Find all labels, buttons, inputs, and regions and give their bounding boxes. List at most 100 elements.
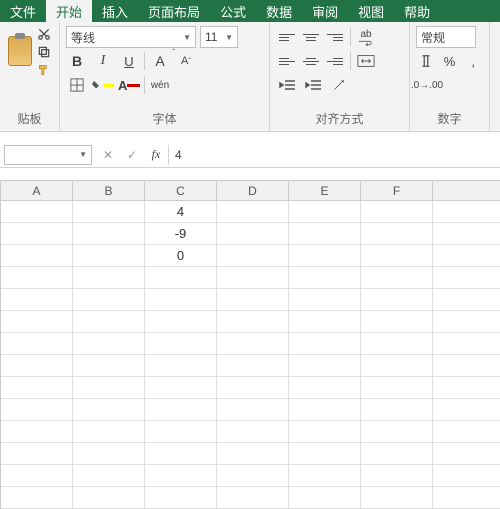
wrap-text-button[interactable]: ab: [355, 26, 377, 48]
cell-F4[interactable]: [361, 267, 433, 289]
cell-C13[interactable]: [145, 465, 217, 487]
tab-公式[interactable]: 公式: [210, 0, 256, 22]
cell-B13[interactable]: [73, 465, 145, 487]
col-header-B[interactable]: B: [73, 181, 145, 201]
cell-E12[interactable]: [289, 443, 361, 465]
font-name-select[interactable]: 等线▼: [66, 26, 196, 48]
cell-A4[interactable]: [1, 267, 73, 289]
cell-F1[interactable]: [361, 201, 433, 223]
cell-F8[interactable]: [361, 355, 433, 377]
paste-button[interactable]: [6, 26, 33, 76]
cancel-button[interactable]: ✕: [96, 145, 120, 165]
cell-E10[interactable]: [289, 399, 361, 421]
cell-B3[interactable]: [73, 245, 145, 267]
cell-C9[interactable]: [145, 377, 217, 399]
name-box[interactable]: ▼: [4, 145, 92, 165]
increase-font-button[interactable]: Aˆ: [149, 50, 171, 72]
cell-D9[interactable]: [217, 377, 289, 399]
cell-E5[interactable]: [289, 289, 361, 311]
cell-A3[interactable]: [1, 245, 73, 267]
cell-3[interactable]: [433, 245, 500, 267]
cell-F5[interactable]: [361, 289, 433, 311]
cell-C12[interactable]: [145, 443, 217, 465]
cell-F2[interactable]: [361, 223, 433, 245]
copy-button[interactable]: [35, 44, 53, 60]
cell-9[interactable]: [433, 377, 500, 399]
cell-F11[interactable]: [361, 421, 433, 443]
cell-E9[interactable]: [289, 377, 361, 399]
tab-帮助[interactable]: 帮助: [394, 0, 440, 22]
cell-7[interactable]: [433, 333, 500, 355]
cell-B14[interactable]: [73, 487, 145, 509]
cell-E3[interactable]: [289, 245, 361, 267]
cell-C10[interactable]: [145, 399, 217, 421]
cell-F7[interactable]: [361, 333, 433, 355]
cell-12[interactable]: [433, 443, 500, 465]
cell-A1[interactable]: [1, 201, 73, 223]
format-painter-button[interactable]: [35, 62, 53, 78]
cell-D4[interactable]: [217, 267, 289, 289]
cell-A6[interactable]: [1, 311, 73, 333]
cell-B10[interactable]: [73, 399, 145, 421]
tab-视图[interactable]: 视图: [348, 0, 394, 22]
cell-B6[interactable]: [73, 311, 145, 333]
cell-6[interactable]: [433, 311, 500, 333]
cell-A13[interactable]: [1, 465, 73, 487]
align-left[interactable]: [276, 52, 298, 70]
tab-文件[interactable]: 文件: [0, 0, 46, 22]
cell-C6[interactable]: [145, 311, 217, 333]
enter-button[interactable]: ✓: [120, 145, 144, 165]
cell-D8[interactable]: [217, 355, 289, 377]
number-format-select[interactable]: 常规: [416, 26, 476, 48]
cell-A11[interactable]: [1, 421, 73, 443]
cell-14[interactable]: [433, 487, 500, 509]
font-size-select[interactable]: 11▼: [200, 26, 238, 48]
col-header-C[interactable]: C: [145, 181, 217, 201]
cell-E4[interactable]: [289, 267, 361, 289]
cell-F12[interactable]: [361, 443, 433, 465]
cell-A14[interactable]: [1, 487, 73, 509]
cell-C3[interactable]: 0: [145, 245, 217, 267]
col-header-E[interactable]: E: [289, 181, 361, 201]
cell-D5[interactable]: [217, 289, 289, 311]
cell-C2[interactable]: -9: [145, 223, 217, 245]
cell-D1[interactable]: [217, 201, 289, 223]
fx-button[interactable]: fx: [144, 145, 168, 165]
cell-E1[interactable]: [289, 201, 361, 223]
cell-A10[interactable]: [1, 399, 73, 421]
align-center[interactable]: [300, 52, 322, 70]
fill-color-button[interactable]: [92, 74, 114, 96]
cell-C4[interactable]: [145, 267, 217, 289]
cell-D13[interactable]: [217, 465, 289, 487]
tab-插入[interactable]: 插入: [92, 0, 138, 22]
tab-页面布局[interactable]: 页面布局: [138, 0, 210, 22]
cell-E8[interactable]: [289, 355, 361, 377]
cell-B11[interactable]: [73, 421, 145, 443]
cell-E11[interactable]: [289, 421, 361, 443]
cell-D3[interactable]: [217, 245, 289, 267]
col-header-[interactable]: [433, 181, 500, 201]
cell-C14[interactable]: [145, 487, 217, 509]
cell-10[interactable]: [433, 399, 500, 421]
cell-A8[interactable]: [1, 355, 73, 377]
cell-B12[interactable]: [73, 443, 145, 465]
cell-C8[interactable]: [145, 355, 217, 377]
cell-D2[interactable]: [217, 223, 289, 245]
cell-A9[interactable]: [1, 377, 73, 399]
cell-B9[interactable]: [73, 377, 145, 399]
phonetic-button[interactable]: wén: [149, 74, 171, 96]
cell-B8[interactable]: [73, 355, 145, 377]
align-right[interactable]: [324, 52, 346, 70]
cell-A7[interactable]: [1, 333, 73, 355]
cell-B4[interactable]: [73, 267, 145, 289]
orientation-button[interactable]: [328, 74, 350, 96]
cell-E6[interactable]: [289, 311, 361, 333]
cell-E2[interactable]: [289, 223, 361, 245]
underline-button[interactable]: U: [118, 50, 140, 72]
cell-F9[interactable]: [361, 377, 433, 399]
col-header-D[interactable]: D: [217, 181, 289, 201]
cell-F6[interactable]: [361, 311, 433, 333]
cell-D10[interactable]: [217, 399, 289, 421]
border-button[interactable]: [66, 74, 88, 96]
cell-D7[interactable]: [217, 333, 289, 355]
